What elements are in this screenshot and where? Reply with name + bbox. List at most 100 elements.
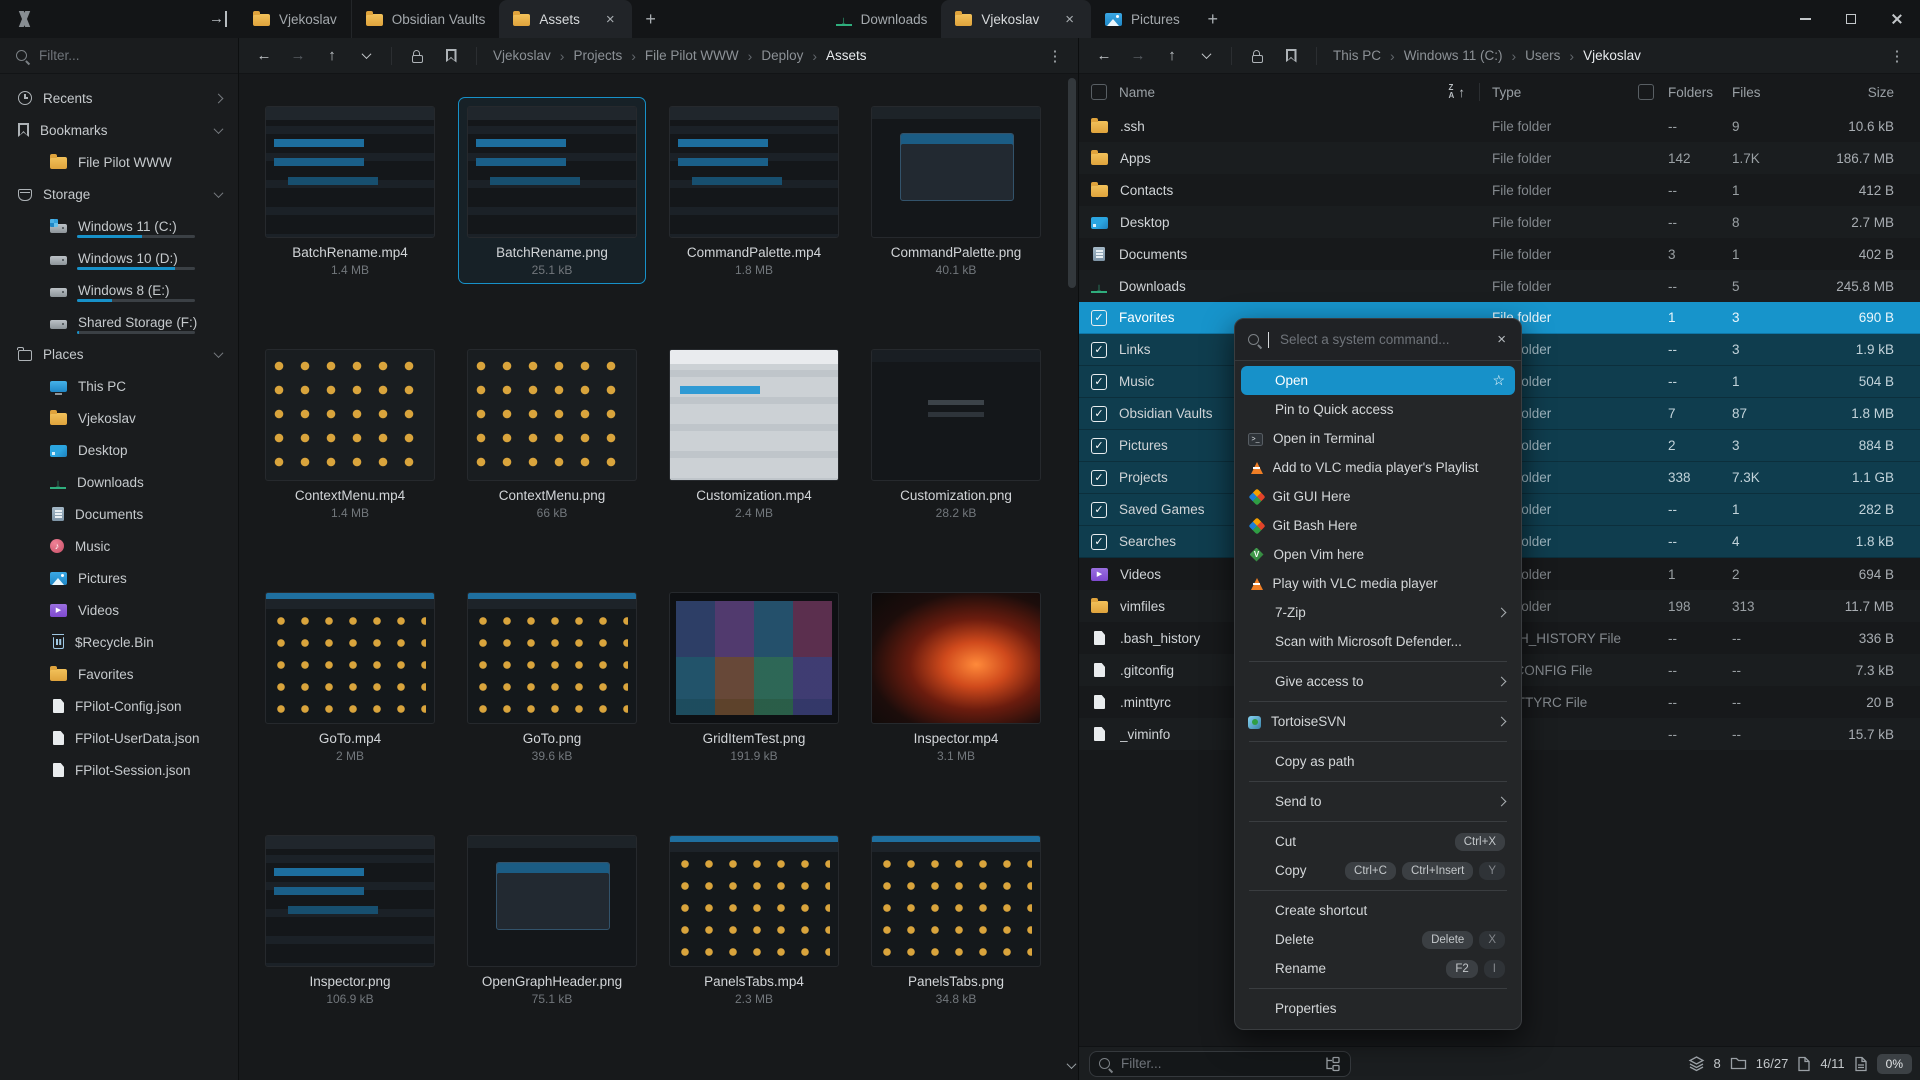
file-tile[interactable]: Customization.png 28.2 kB [863,341,1049,526]
pane-tab[interactable]: Obsidian Vaults [351,0,500,38]
file-tile[interactable]: GoTo.mp4 2 MB [257,584,443,769]
select-all-checkbox[interactable] [1091,84,1107,100]
context-menu-item[interactable] [1249,741,1507,742]
breadcrumb-segment[interactable]: Vjekoslav › [493,48,573,64]
more-options-icon[interactable]: ⋮ [1884,47,1910,65]
sidebar-item[interactable]: Windows 11 (C:) [0,210,238,242]
file-tile[interactable]: Inspector.mp4 3.1 MB [863,584,1049,769]
unlock-icon[interactable] [402,43,432,69]
pane-tab[interactable]: Assets × [499,0,631,38]
new-tab-button[interactable]: + [632,0,670,38]
sidebar-item[interactable]: Bookmarks [0,114,238,146]
context-menu-item[interactable]: Copy as path [1241,747,1515,776]
tab-close-icon[interactable]: × [1062,11,1077,28]
tab-close-icon[interactable]: × [603,11,618,28]
table-row[interactable]: Desktop File folder -- 8 2.7 MB [1079,206,1920,238]
column-header-selection[interactable] [1624,84,1668,100]
file-tile[interactable]: ContextMenu.mp4 1.4 MB [257,341,443,526]
breadcrumb-segment[interactable]: Assets [826,48,867,63]
context-menu-item[interactable] [1249,821,1507,822]
sidebar-item[interactable]: Storage [0,178,238,210]
breadcrumb-segment[interactable]: Vjekoslav [1583,48,1641,63]
file-tile[interactable]: CommandPalette.mp4 1.8 MB [661,98,847,283]
status-filter-input[interactable] [1119,1055,1316,1072]
context-menu-item[interactable]: Copy Ctrl+C Ctrl+Insert Y [1241,856,1515,885]
row-checkbox[interactable] [1091,438,1107,454]
back-button[interactable]: ← [1089,43,1119,69]
sidebar-item[interactable]: Windows 10 (D:) [0,242,238,274]
pane-tab[interactable]: Vjekoslav [239,0,351,38]
table-row[interactable]: .ssh File folder -- 9 10.6 kB [1079,110,1920,142]
sort-indicator-icon[interactable]: ZA ↑ [1448,84,1465,100]
bookmark-icon[interactable] [1276,43,1306,69]
file-tile[interactable]: PanelsTabs.mp4 2.3 MB [661,827,847,1012]
forward-button[interactable]: → [283,43,313,69]
collapse-sidebar-icon[interactable]: → [209,11,227,27]
sidebar-item[interactable]: Favorites [0,658,238,690]
file-tile[interactable]: GridItemTest.png 191.9 kB [661,584,847,769]
file-tile[interactable]: BatchRename.mp4 1.4 MB [257,98,443,283]
breadcrumb-segment[interactable]: Windows 11 (C:) › [1404,48,1525,64]
sidebar-item[interactable]: Pictures [0,562,238,594]
context-menu-item[interactable]: Cut Ctrl+X [1241,827,1515,856]
context-menu-item[interactable]: TortoiseSVN [1241,707,1515,736]
sidebar-item[interactable]: $Recycle.Bin [0,626,238,658]
row-checkbox[interactable] [1091,406,1107,422]
sidebar-item[interactable]: Desktop [0,434,238,466]
breadcrumb-segment[interactable]: This PC › [1333,48,1404,64]
context-menu-item[interactable]: Open Vim here [1241,540,1515,569]
context-menu-item[interactable]: Open ☆ [1241,366,1515,395]
up-button[interactable]: ↑ [317,43,347,69]
sidebar-item[interactable]: Windows 8 (E:) [0,274,238,306]
flatten-tree-icon[interactable] [1325,1056,1341,1072]
chevron-icon[interactable] [214,348,224,358]
new-tab-button[interactable]: + [1194,0,1232,38]
breadcrumb-segment[interactable]: File Pilot WWW › [645,48,761,64]
file-tile[interactable]: ContextMenu.png 66 kB [459,341,645,526]
table-row[interactable]: Contacts File folder -- 1 412 B [1079,174,1920,206]
sidebar-item[interactable]: This PC [0,370,238,402]
minimize-button[interactable] [1782,0,1828,38]
breadcrumb-segment[interactable]: Projects › [573,48,644,64]
breadcrumb-segment[interactable]: Users › [1525,48,1583,64]
file-tile[interactable]: Inspector.png 106.9 kB [257,827,443,1012]
sidebar-item[interactable]: FPilot-Config.json [0,690,238,722]
context-menu-item[interactable]: Properties [1241,994,1515,1023]
context-menu-item[interactable]: Send to [1241,787,1515,816]
bookmark-icon[interactable] [436,43,466,69]
row-checkbox[interactable] [1091,470,1107,486]
more-options-icon[interactable]: ⋮ [1042,47,1068,65]
up-button[interactable]: ↑ [1157,43,1187,69]
row-checkbox[interactable] [1091,502,1107,518]
context-menu-item[interactable] [1249,781,1507,782]
context-menu-item[interactable]: Pin to Quick access [1241,395,1515,424]
chevron-icon[interactable] [214,188,224,198]
sidebar-item[interactable]: FPilot-UserData.json [0,722,238,754]
context-menu-item[interactable] [1249,890,1507,891]
sidebar-item[interactable]: Vjekoslav [0,402,238,434]
context-menu-item[interactable] [1249,661,1507,662]
file-tile[interactable]: CommandPalette.png 40.1 kB [863,98,1049,283]
file-tile[interactable]: BatchRename.png 25.1 kB [459,98,645,283]
context-menu-item[interactable]: Give access to [1241,667,1515,696]
history-dropdown-icon[interactable] [351,43,381,69]
table-row[interactable]: Apps File folder 142 1.7K 186.7 MB [1079,142,1920,174]
sidebar-item[interactable]: Downloads [0,466,238,498]
context-menu-item[interactable]: Add to VLC media player's Playlist [1241,453,1515,482]
column-header-type[interactable]: Type [1492,85,1624,100]
pane-tab[interactable]: Pictures [1091,0,1194,38]
close-button[interactable] [1874,0,1920,38]
maximize-button[interactable] [1828,0,1874,38]
context-menu-item[interactable] [1249,701,1507,702]
context-menu-item[interactable]: Delete Delete X [1241,925,1515,954]
table-row[interactable]: Documents File folder 3 1 402 B [1079,238,1920,270]
sidebar-item[interactable]: Music [0,530,238,562]
context-menu-item[interactable]: Git GUI Here [1241,482,1515,511]
column-header-name[interactable]: Name ZA ↑ [1107,83,1492,101]
context-menu-item[interactable]: Scan with Microsoft Defender... [1241,627,1515,656]
sidebar-item[interactable]: Places [0,338,238,370]
context-menu-item[interactable]: Create shortcut [1241,896,1515,925]
history-dropdown-icon[interactable] [1191,43,1221,69]
file-tile[interactable]: Customization.mp4 2.4 MB [661,341,847,526]
breadcrumb-segment[interactable]: Deploy › [761,48,826,64]
